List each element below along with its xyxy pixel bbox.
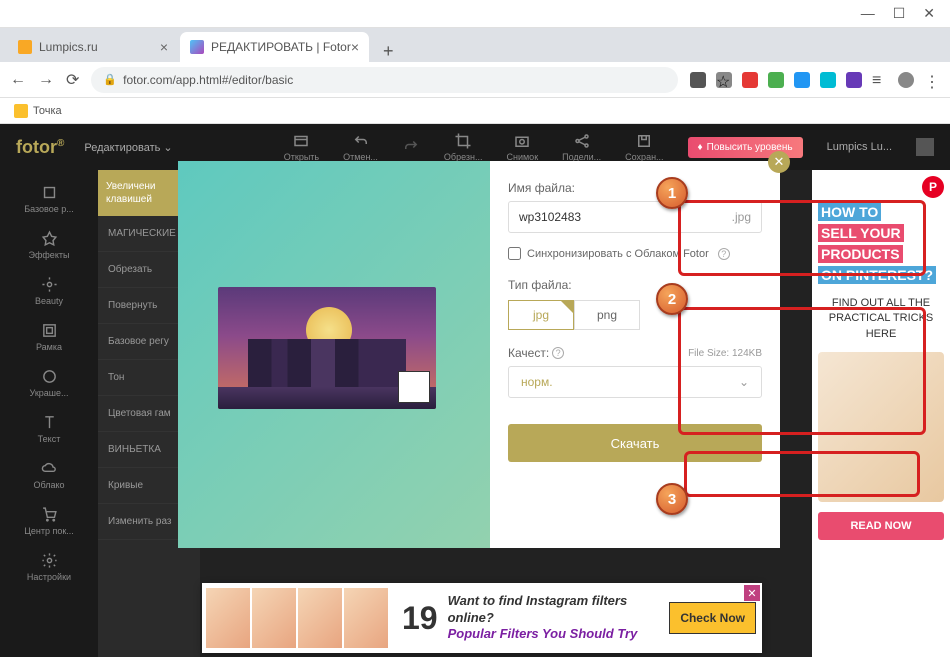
banner-thumb: [344, 588, 388, 648]
forward-icon[interactable]: →: [38, 71, 54, 89]
marker-1: 1: [656, 177, 688, 209]
rail-basic[interactable]: Базовое р...: [0, 176, 98, 222]
ad-cta-button[interactable]: READ NOW: [818, 512, 944, 540]
banner-thumb: [206, 588, 250, 648]
close-icon[interactable]: ✕: [923, 5, 935, 22]
marker-2: 2: [656, 283, 688, 315]
rail-stickers[interactable]: Украше...: [0, 360, 98, 406]
bookmark-label: Точка: [33, 105, 62, 117]
rail-effects[interactable]: Эффекты: [0, 222, 98, 268]
lock-icon: 🔒: [103, 73, 117, 86]
ext-icon[interactable]: [794, 72, 810, 88]
ext-icon[interactable]: [846, 72, 862, 88]
open-button[interactable]: Открыть: [284, 132, 319, 162]
highlight-1: [678, 200, 926, 276]
avatar-icon[interactable]: [898, 72, 914, 88]
reading-list-icon[interactable]: ≡: [872, 72, 888, 88]
banner-close-icon[interactable]: ✕: [744, 585, 760, 601]
redo-button[interactable]: [402, 137, 420, 157]
edit-menu[interactable]: Редактировать ⌄: [84, 141, 172, 154]
rail-text[interactable]: Текст: [0, 406, 98, 452]
filename-label: Имя файла:: [508, 181, 762, 195]
bookmark-icon: [14, 104, 28, 118]
image-preview: [218, 287, 436, 409]
banner-text: Want to find Instagram filters online? P…: [448, 593, 670, 644]
undo-button[interactable]: Отмен...: [343, 132, 378, 162]
favicon-icon: [18, 40, 32, 54]
url-text: fotor.com/app.html#/editor/basic: [123, 73, 293, 87]
browser-tabs: Lumpics.ru × РЕДАКТИРОВАТЬ | Fotor × +: [0, 28, 950, 62]
banner-number: 19: [402, 600, 438, 637]
tab-close-icon[interactable]: ×: [160, 39, 168, 55]
reload-icon[interactable]: ⟳: [66, 70, 79, 90]
tab-label: РЕДАКТИРОВАТЬ | Fotor: [211, 40, 351, 54]
rail-settings[interactable]: Настройки: [0, 544, 98, 590]
save-button[interactable]: Сохран...: [625, 132, 663, 162]
qr-code-icon: [398, 371, 430, 403]
back-icon[interactable]: ←: [10, 71, 26, 89]
sync-checkbox[interactable]: [508, 247, 521, 260]
minimize-icon[interactable]: —: [861, 5, 875, 22]
tab-lumpics[interactable]: Lumpics.ru ×: [8, 32, 178, 62]
tab-label: Lumpics.ru: [39, 40, 98, 54]
favicon-icon: [190, 40, 204, 54]
format-jpg-button[interactable]: jpg: [508, 300, 574, 330]
os-titlebar: — ☐ ✕: [0, 0, 950, 28]
menu-icon[interactable]: ⋮: [924, 72, 940, 88]
url-input[interactable]: 🔒 fotor.com/app.html#/editor/basic: [91, 67, 678, 93]
notification-icon[interactable]: [916, 138, 934, 156]
ext-icon[interactable]: [742, 72, 758, 88]
banner-images: [202, 584, 392, 652]
bookmark-bar: Точка: [0, 98, 950, 124]
bookmark-item[interactable]: Точка: [14, 104, 62, 118]
share-button[interactable]: Подели...: [562, 132, 601, 162]
quality-label: Качест:: [508, 346, 549, 360]
extension-icons: ☆ ≡ ⋮: [690, 72, 940, 88]
quality-value: норм.: [521, 375, 553, 389]
crop-button[interactable]: Обрезн...: [444, 132, 483, 162]
highlight-3: [684, 451, 920, 497]
address-bar: ← → ⟳ 🔒 fotor.com/app.html#/editor/basic…: [0, 62, 950, 98]
tab-fotor[interactable]: РЕДАКТИРОВАТЬ | Fotor ×: [180, 32, 369, 62]
banner-thumb: [252, 588, 296, 648]
user-menu[interactable]: Lumpics Lu...: [827, 141, 892, 153]
pinterest-icon[interactable]: P: [922, 176, 944, 198]
ext-icon[interactable]: ☆: [716, 72, 732, 88]
logo[interactable]: fotor®: [16, 137, 64, 158]
snapshot-button[interactable]: Снимок: [507, 132, 539, 162]
app-window: — ☐ ✕ Lumpics.ru × РЕДАКТИРОВАТЬ | Fotor…: [0, 0, 950, 657]
maximize-icon[interactable]: ☐: [893, 5, 906, 22]
help-icon[interactable]: ?: [552, 347, 564, 359]
highlight-2: [678, 307, 926, 435]
ext-icon[interactable]: [768, 72, 784, 88]
banner-cta-button[interactable]: Check Now: [669, 602, 756, 634]
left-rail: Базовое р... Эффекты Beauty Рамка Украше…: [0, 170, 98, 657]
tab-close-icon[interactable]: ×: [351, 39, 359, 55]
rail-frame[interactable]: Рамка: [0, 314, 98, 360]
rail-cloud[interactable]: Облако: [0, 452, 98, 498]
rail-beauty[interactable]: Beauty: [0, 268, 98, 314]
filetype-label: Тип файла:: [508, 278, 762, 292]
new-tab-icon[interactable]: +: [377, 41, 400, 62]
ext-icon[interactable]: [820, 72, 836, 88]
banner-thumb: [298, 588, 342, 648]
preview-buildings: [248, 339, 406, 387]
format-png-button[interactable]: png: [574, 300, 640, 330]
bottom-banner: 19 Want to find Instagram filters online…: [202, 583, 762, 653]
ext-icon[interactable]: [690, 72, 706, 88]
rail-shop[interactable]: Центр пок...: [0, 498, 98, 544]
modal-close-button[interactable]: ✕: [768, 151, 790, 173]
marker-3: 3: [656, 483, 688, 515]
